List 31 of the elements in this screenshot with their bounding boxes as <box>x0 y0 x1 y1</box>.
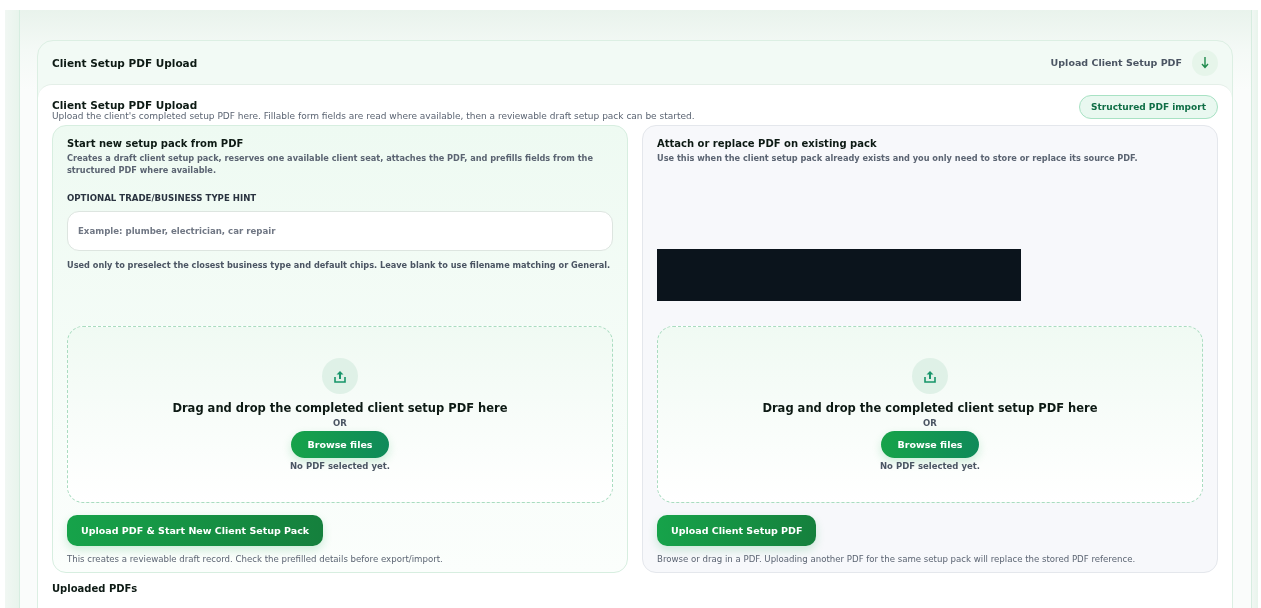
panel-note: Browse or drag in a PDF. Uploading another PDF for the same setup pack will replace the stored PDF reference. <box>657 554 1137 564</box>
upload-button[interactable]: Upload PDF & Start New Client Setup Pack <box>67 515 324 546</box>
trade-hint-field[interactable]: Example: plumber, electrician, car repair <box>67 210 613 251</box>
drop-instruction: Drag and drop the completed client setup PDF here <box>172 401 508 415</box>
import-badge: Structured PDF import <box>1079 95 1218 119</box>
drop-instruction: Drag and drop the completed client setup PDF here <box>762 401 1098 415</box>
or-divider-text: OR <box>333 418 347 428</box>
upload-icon <box>912 358 948 394</box>
panel-description: Creates a draft client setup pack, reserves one available client seat, attaches the PDF, and prefills fields from the structured PDF where available. <box>67 153 594 177</box>
panel-title: Attach or replace PDF on existing pack <box>657 138 878 149</box>
panel-description: Use this when the client setup pack already exists and you only need to store or replace its source PDF. <box>657 153 1139 165</box>
file-status: No PDF selected yet. <box>290 461 390 471</box>
intro-title: Client Setup PDF Upload <box>52 99 198 111</box>
section-title: Client Setup PDF Upload <box>52 56 198 69</box>
panel-note: This creates a reviewable draft record. Check the prefilled details before export/import. <box>67 554 444 564</box>
arrow-icon <box>1201 56 1209 69</box>
panel-title: Start new setup pack from PDF <box>67 138 245 149</box>
browse-files-button[interactable]: Browse files <box>291 431 389 458</box>
drop-zone[interactable]: Drag and drop the completed client setup PDF here OR Browse files No PDF selected yet. <box>657 326 1203 503</box>
upload-icon <box>322 358 358 394</box>
collapse-toggle[interactable] <box>1192 49 1218 76</box>
field-help: Used only to preselect the closest business type and default chips. Leave blank to use filename matching or General. <box>67 259 612 270</box>
section-action-label: Upload Client Setup PDF <box>1050 57 1182 68</box>
uploaded-pdfs-heading: Uploaded PDFs <box>52 583 139 594</box>
file-status: No PDF selected yet. <box>880 461 980 471</box>
field-label: OPTIONAL TRADE/BUSINESS TYPE HINT <box>67 192 258 203</box>
intro-description: Upload the client's completed setup PDF here. Fillable form fields are read where available, then a reviewable draft setup pack can be started. <box>52 111 695 121</box>
upload-button[interactable]: Upload Client Setup PDF <box>657 515 817 546</box>
browse-files-button[interactable]: Browse files <box>881 431 979 458</box>
drop-zone[interactable]: Drag and drop the completed client setup PDF here OR Browse files No PDF selected yet. <box>67 326 613 503</box>
or-divider-text: OR <box>923 418 937 428</box>
